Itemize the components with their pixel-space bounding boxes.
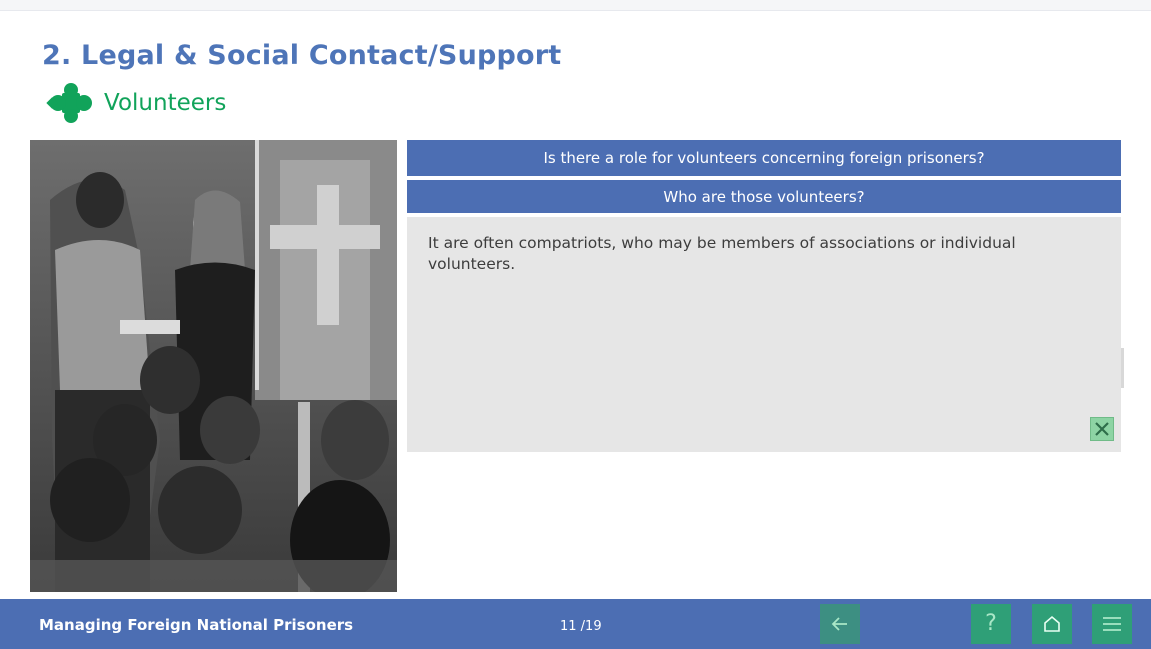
home-icon — [1044, 615, 1060, 632]
help-button[interactable]: ? — [971, 604, 1011, 644]
menu-button[interactable] — [1092, 604, 1132, 644]
home-button[interactable] — [1032, 604, 1072, 644]
section-heading: Volunteers — [46, 81, 226, 125]
faq-panel: Is there a role for volunteers concernin… — [407, 140, 1121, 213]
back-button[interactable] — [820, 604, 860, 644]
answer-box: It are often compatriots, who may be mem… — [407, 217, 1121, 452]
answer-text: It are often compatriots, who may be mem… — [428, 234, 1016, 273]
section-subtitle: Volunteers — [104, 90, 227, 116]
close-icon — [1095, 422, 1109, 436]
course-title: Managing Foreign National Prisoners — [39, 616, 354, 634]
close-button[interactable] — [1090, 417, 1114, 441]
footer-bar: Managing Foreign National Prisoners 11 /… — [0, 599, 1151, 649]
window-top-strip — [0, 0, 1151, 11]
page-counter: 11 /19 — [560, 619, 602, 634]
arrow-left-icon — [831, 617, 847, 631]
question-bar-2[interactable]: Who are those volunteers? — [407, 180, 1121, 213]
page-title: 2. Legal & Social Contact/Support — [42, 40, 562, 71]
panel-edge-tab — [1121, 348, 1124, 388]
puzzle-piece-icon — [46, 83, 92, 123]
volunteers-photo — [30, 140, 397, 592]
question-icon: ? — [985, 611, 997, 636]
hamburger-menu-icon — [1103, 617, 1121, 631]
question-bar-1[interactable]: Is there a role for volunteers concernin… — [407, 140, 1121, 176]
